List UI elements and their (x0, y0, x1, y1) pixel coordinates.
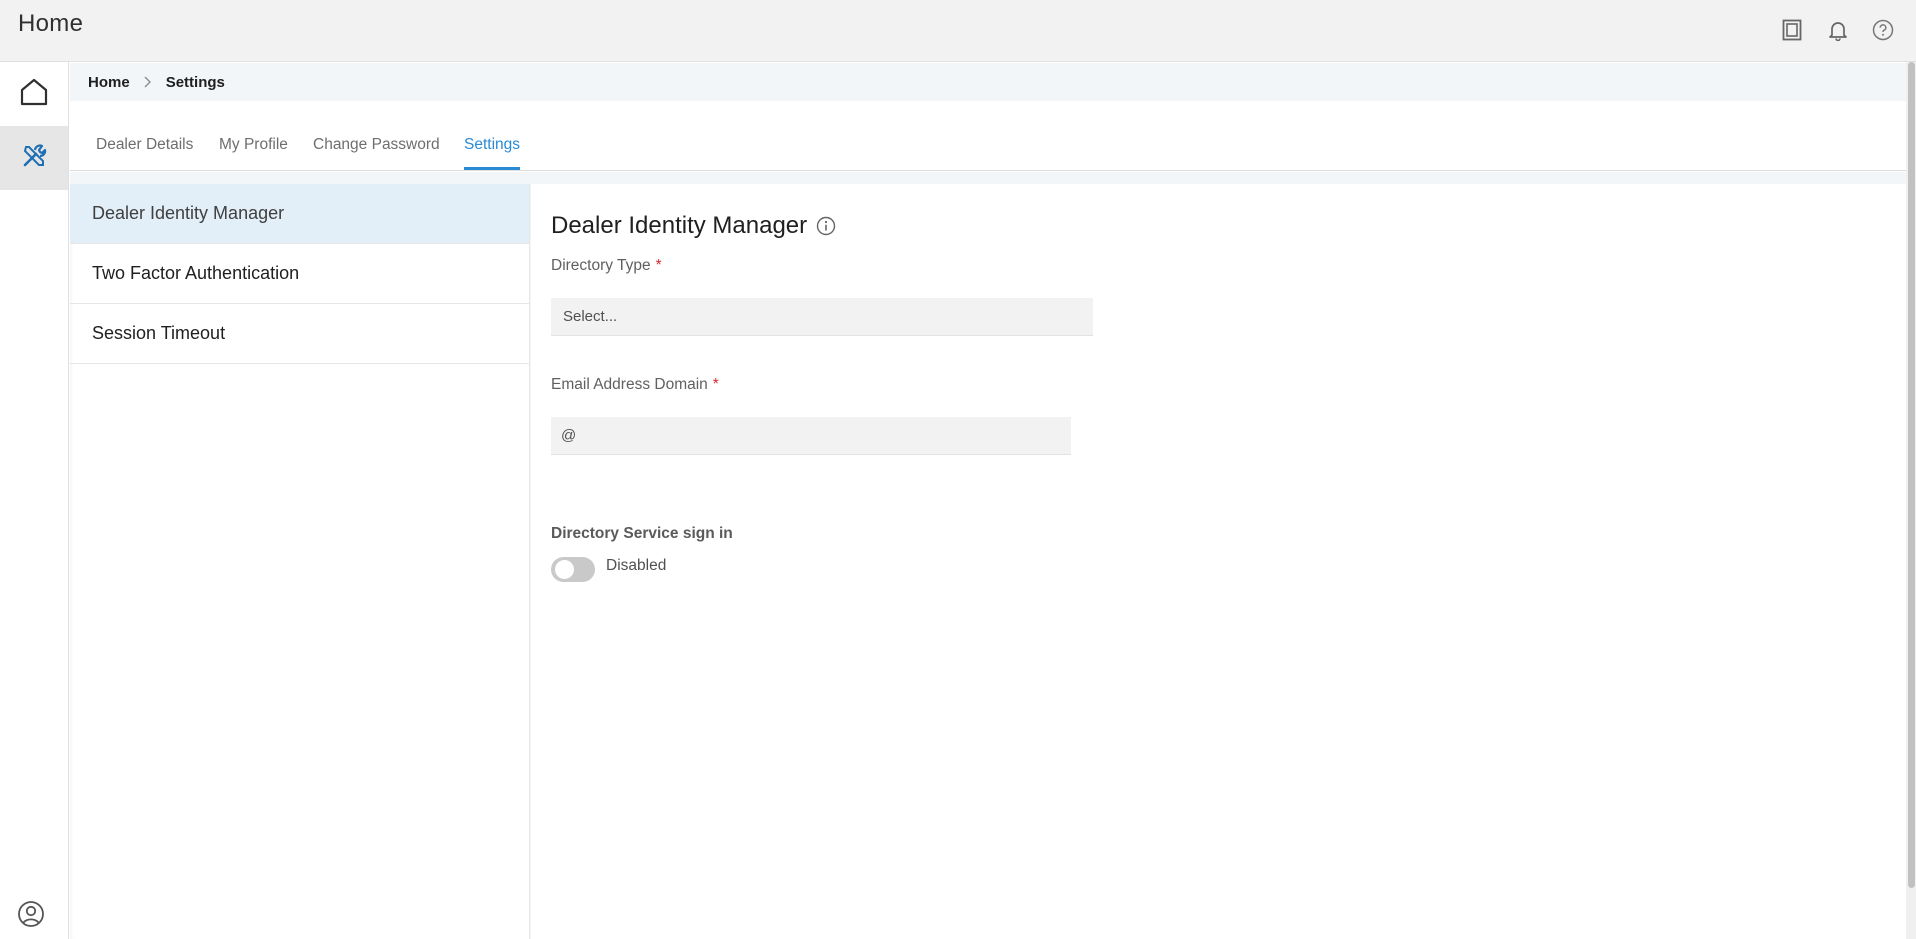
breadcrumb-home[interactable]: Home (88, 74, 130, 91)
directory-type-placeholder: Select... (563, 308, 618, 325)
panel-title: Dealer Identity Manager (551, 212, 808, 239)
directory-signin-toggle[interactable] (551, 557, 595, 582)
rail-tools[interactable] (0, 126, 68, 190)
breadcrumb: Home Settings (70, 63, 1906, 101)
bell-icon[interactable] (1826, 18, 1850, 42)
info-icon[interactable] (815, 215, 837, 237)
rail-home[interactable] (0, 62, 68, 126)
required-marker: * (655, 257, 662, 274)
tab-settings[interactable]: Settings (464, 136, 521, 170)
toggle-knob (555, 560, 574, 579)
directory-signin-label: Directory Service sign in (551, 525, 733, 542)
settings-item-session-timeout[interactable]: Session Timeout (70, 304, 529, 364)
tab-dealer-details[interactable]: Dealer Details (96, 136, 193, 167)
top-header: Home (0, 0, 1916, 62)
email-domain-label-text: Email Address Domain (551, 376, 708, 393)
panel-title-row: Dealer Identity Manager (551, 212, 837, 240)
email-domain-label: Email Address Domain * (551, 376, 719, 394)
breadcrumb-settings[interactable]: Settings (166, 74, 225, 91)
chevron-right-icon (142, 76, 154, 88)
directory-type-label: Directory Type * (551, 257, 662, 275)
settings-menu: Dealer Identity Manager Two Factor Authe… (70, 184, 530, 939)
settings-item-dealer-identity-manager[interactable]: Dealer Identity Manager (70, 184, 529, 244)
directory-type-select[interactable]: Select... (551, 298, 1093, 336)
tab-change-password[interactable]: Change Password (313, 136, 440, 167)
home-icon (18, 76, 50, 113)
settings-panel: Dealer Identity Manager Directory Type * … (531, 184, 1906, 939)
user-circle-icon (17, 900, 45, 933)
directory-type-label-text: Directory Type (551, 257, 651, 274)
user-profile-button[interactable] (16, 900, 46, 933)
app-title: Home (18, 10, 84, 37)
tools-icon (20, 142, 48, 175)
scrollbar-thumb[interactable] (1908, 62, 1915, 888)
document-icon[interactable] (1780, 18, 1804, 42)
left-nav-rail (0, 62, 69, 939)
settings-item-two-factor-authentication[interactable]: Two Factor Authentication (70, 244, 529, 304)
directory-signin-state: Disabled (606, 557, 667, 574)
page-scrollbar[interactable] (1906, 62, 1916, 939)
email-domain-input[interactable] (551, 417, 1071, 455)
tab-my-profile[interactable]: My Profile (219, 136, 288, 167)
help-icon[interactable] (1871, 18, 1895, 42)
required-marker: * (712, 376, 719, 393)
tab-bar: Dealer Details My Profile Change Passwor… (70, 101, 1906, 171)
